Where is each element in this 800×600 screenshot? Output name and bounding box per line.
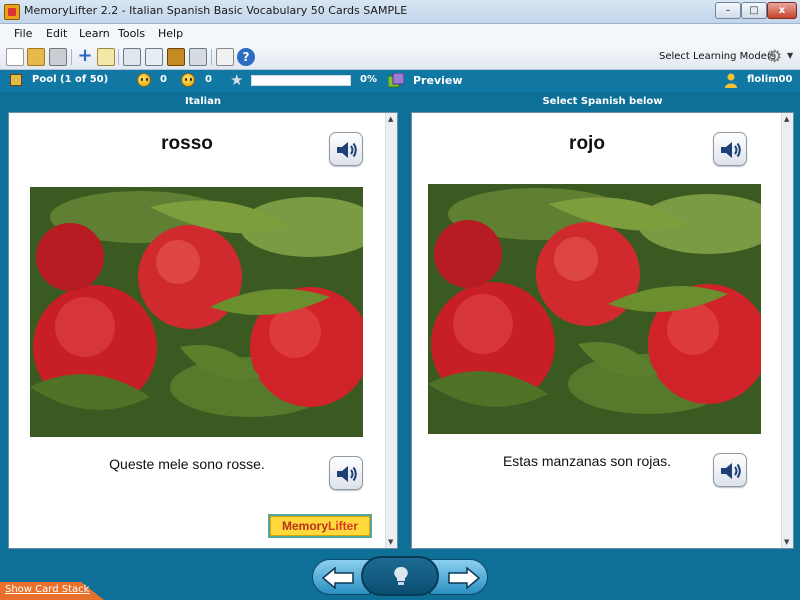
toolbar: + ? Select Learning Mode(s) ⚙ ▼: [0, 44, 800, 70]
preview-button[interactable]: Preview: [413, 74, 463, 87]
lightbulb-icon: [394, 566, 408, 585]
menu-tools[interactable]: Tools: [118, 27, 145, 40]
answer-card: rojo Estas manzanas son rojas. ▲ ▼: [411, 112, 794, 549]
user-name[interactable]: flolim00: [747, 74, 792, 85]
statistics-icon[interactable]: [145, 48, 163, 66]
answer-column-header: Select Spanish below: [542, 96, 663, 107]
preview-icon[interactable]: [388, 73, 404, 88]
bottom-navigation: [0, 552, 800, 600]
wrong-smiley-icon: [181, 73, 195, 87]
answer-scrollbar[interactable]: ▲ ▼: [781, 113, 793, 548]
gear-icon[interactable]: ⚙: [767, 48, 785, 66]
scroll-up-arrow-icon[interactable]: ▲: [784, 115, 789, 123]
speaker-icon: [337, 142, 357, 158]
wrong-count: 0: [205, 74, 212, 85]
status-bar: Pool (1 of 50) 0 0 ★ 0% Preview flolim00: [0, 70, 800, 92]
menu-learn[interactable]: Learn: [79, 27, 110, 40]
menu-edit[interactable]: Edit: [46, 27, 67, 40]
correct-smiley-icon: [137, 73, 151, 87]
title-bar: MemoryLifter 2.2 - Italian Spanish Basic…: [0, 0, 800, 24]
answer-sentence: Estas manzanas son rojas.: [502, 453, 672, 469]
minimize-button[interactable]: –: [715, 2, 741, 19]
sentence-audio-button[interactable]: [713, 453, 747, 487]
menu-file[interactable]: File: [14, 27, 32, 40]
user-icon: [725, 73, 737, 88]
apple-image: [428, 184, 761, 434]
close-button[interactable]: x: [767, 2, 797, 19]
arrow-right-icon: [448, 567, 481, 589]
arrow-left-icon: [321, 567, 354, 589]
scroll-up-arrow-icon[interactable]: ▲: [388, 115, 393, 123]
open-folder-icon[interactable]: [27, 48, 45, 66]
chevron-down-icon[interactable]: ▼: [787, 51, 793, 60]
apple-image: [30, 187, 363, 437]
scroll-down-arrow-icon[interactable]: ▼: [388, 538, 393, 546]
word-audio-button[interactable]: [329, 132, 363, 166]
word-audio-button[interactable]: [713, 132, 747, 166]
dictionary-icon[interactable]: [216, 48, 234, 66]
window-title: MemoryLifter 2.2 - Italian Spanish Basic…: [24, 4, 408, 17]
menu-help[interactable]: Help: [158, 27, 183, 40]
question-word: rosso: [161, 133, 213, 154]
speaker-icon: [337, 466, 357, 482]
new-document-icon[interactable]: [6, 48, 24, 66]
menu-bar: File Edit Learn Tools Help: [0, 24, 800, 44]
scroll-down-arrow-icon[interactable]: ▼: [784, 538, 789, 546]
pool-icon: [10, 74, 22, 86]
maximize-button[interactable]: □: [741, 2, 767, 19]
pool-count: (1 of 50): [60, 74, 109, 85]
speaker-icon: [721, 142, 741, 158]
sentence-audio-button[interactable]: [329, 456, 363, 490]
toolbar-separator: [118, 49, 119, 65]
hint-button[interactable]: [361, 556, 439, 596]
pool-label: Pool: [32, 74, 57, 85]
add-card-icon[interactable]: +: [76, 47, 94, 66]
progress-percent: 0%: [360, 74, 377, 85]
correct-count: 0: [160, 74, 167, 85]
app-icon: [4, 4, 20, 20]
card-stack-icon[interactable]: [167, 48, 185, 66]
question-column-header: Italian: [185, 96, 221, 107]
learning-mode-label[interactable]: Select Learning Mode(s): [659, 51, 780, 62]
question-scrollbar[interactable]: ▲ ▼: [385, 113, 397, 548]
tools-icon[interactable]: [189, 48, 207, 66]
speaker-icon: [721, 463, 741, 479]
star-icon: ★: [230, 71, 244, 89]
presentation-icon[interactable]: [123, 48, 141, 66]
toolbar-separator: [71, 49, 72, 65]
memorylifter-logo: MemoryLifter: [268, 514, 372, 538]
edit-card-icon[interactable]: [97, 48, 115, 66]
question-card: rosso Queste mele sono rosse. MemoryLift…: [8, 112, 398, 549]
print-icon[interactable]: [49, 48, 67, 66]
help-icon[interactable]: ?: [237, 48, 255, 66]
answer-word: rojo: [569, 133, 605, 154]
question-sentence: Queste mele sono rosse.: [109, 456, 265, 472]
toolbar-separator: [211, 49, 212, 65]
progress-bar: [251, 75, 351, 86]
show-card-stack-link[interactable]: Show Card Stack: [5, 584, 89, 595]
